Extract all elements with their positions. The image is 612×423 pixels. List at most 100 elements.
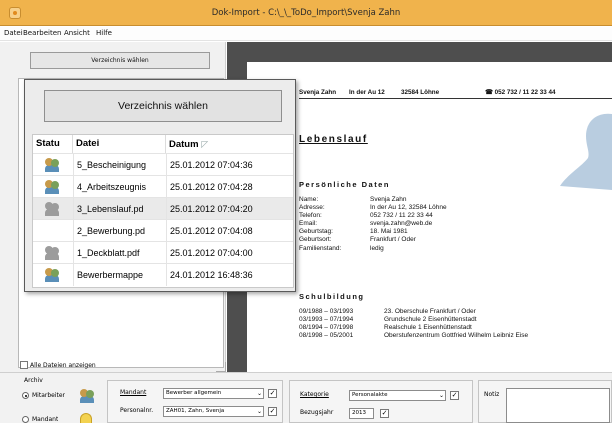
- menu-ansicht[interactable]: Ansicht: [64, 29, 90, 37]
- doc-title: Lebenslauf: [299, 134, 368, 145]
- mandant-select[interactable]: Bewerber allgemein ⌄: [163, 388, 264, 399]
- kategorie-select-value: Personalakte: [352, 392, 388, 398]
- photo-silhouette: [560, 113, 612, 190]
- column-header-date-label: Datum: [169, 139, 199, 150]
- column-header-status[interactable]: Statu: [33, 135, 73, 153]
- chevron-down-icon: ⌄: [256, 408, 262, 415]
- menu-bar: Datei Bearbeiten Ansicht Hilfe: [0, 27, 612, 41]
- doc-header-name: Svenja Zahn: [299, 89, 337, 96]
- table-row[interactable]: 5_Bescheinigung 25.01.2012 07:04:36: [33, 153, 293, 176]
- people-icon-gray: [45, 202, 61, 216]
- file-date: 25.01.2012 07:04:00: [170, 248, 253, 258]
- people-icon: [45, 268, 61, 282]
- doc-school-period: 03/1993 – 07/1994: [299, 316, 354, 324]
- kategorie-label: Kategorie: [300, 391, 329, 398]
- people-icon: [80, 389, 96, 403]
- doc-personal-heading: Persönliche Daten: [299, 180, 390, 189]
- doc-value: 052 732 / 11 22 33 44: [370, 212, 433, 220]
- mandant-select-value: Bewerber allgemein: [166, 390, 222, 396]
- table-row[interactable]: Bewerbermappe 24.01.2012 16:48:36: [33, 263, 293, 286]
- personalnr-select[interactable]: ZAH01, Zahn, Svenja ⌄: [163, 406, 264, 417]
- notiz-label: Notiz: [484, 391, 500, 398]
- doc-label: Telefon:: [299, 212, 322, 220]
- file-date: 25.01.2012 07:04:08: [170, 226, 253, 236]
- doc-label: Familienstand:: [299, 244, 342, 252]
- doc-school-heading: Schulbildung: [299, 292, 365, 301]
- archiv-label: Archiv: [24, 377, 43, 384]
- sort-indicator-icon: ◸: [201, 139, 209, 149]
- chevron-down-icon: ⌄: [438, 392, 444, 399]
- radio-mitarbeiter[interactable]: [22, 392, 29, 399]
- doc-label: Geburtsort:: [299, 236, 332, 244]
- doc-school-desc: Oberstufenzentrum Gottfried Wilhelm Leib…: [384, 332, 529, 340]
- column-header-file[interactable]: Datei: [73, 135, 166, 153]
- column-header-date[interactable]: Datum ◸: [166, 135, 293, 153]
- title-bar: Dok-Import - C:\_\_ToDo_Import\Svenja Za…: [0, 0, 612, 26]
- doc-personal-values: Svenja Zahn In der Au 12, 32584 Löhne 05…: [370, 196, 447, 253]
- table-row-selected[interactable]: 3_Lebenslauf.pd 25.01.2012 07:04:20: [33, 197, 293, 220]
- doc-header-phone: ☎ 052 732 / 11 22 33 44: [485, 89, 556, 96]
- bezugsjahr-label: Bezugsjahr: [300, 409, 334, 416]
- doc-school-desc: 23. Oberschule Frankfurt / Oder: [384, 308, 476, 315]
- people-icon: [45, 158, 61, 172]
- doc-header-rule: [299, 98, 612, 99]
- doc-school-period: 08/1998 – 05/2001: [299, 332, 354, 340]
- kategorie-checkbox[interactable]: ✓: [450, 391, 459, 400]
- choose-directory-button-large[interactable]: Verzeichnis wählen: [44, 90, 282, 122]
- doc-personal-labels: Name: Adresse: Telefon: Email: Geburtsta…: [299, 196, 341, 253]
- table-row[interactable]: 1_Deckblatt.pdf 25.01.2012 07:04:00: [33, 241, 293, 264]
- file-name: 4_Arbeitszeugnis: [77, 182, 147, 192]
- choose-directory-button[interactable]: Verzeichnis wählen: [30, 52, 210, 69]
- show-all-files-checkbox[interactable]: [20, 361, 28, 369]
- doc-label: Name:: [299, 196, 319, 203]
- people-icon-gray: [45, 246, 61, 260]
- table-row[interactable]: 2_Bewerbung.pd 25.01.2012 07:04:08: [33, 219, 293, 242]
- file-date: 24.01.2012 16:48:36: [170, 270, 253, 280]
- doc-school-descs: 23. Oberschule Frankfurt / Oder Grundsch…: [384, 308, 528, 340]
- smiley-icon: [80, 413, 92, 423]
- personalnr-label: Personalnr.: [120, 407, 154, 414]
- file-date: 25.01.2012 07:04:28: [170, 182, 253, 192]
- table-row[interactable]: 4_Arbeitszeugnis 25.01.2012 07:04:28: [33, 175, 293, 198]
- doc-header-city: 32584 Löhne: [401, 89, 440, 96]
- file-date: 25.01.2012 07:04:20: [170, 204, 253, 214]
- doc-label: Email:: [299, 220, 318, 228]
- doc-school-desc: Realschule 1 Eisenhüttenstadt: [384, 324, 472, 332]
- kategorie-select[interactable]: Personalakte ⌄: [349, 390, 446, 401]
- show-all-files-label: Alle Dateien anzeigen: [30, 361, 96, 369]
- doc-value: ledig: [370, 244, 384, 252]
- file-name: 5_Bescheinigung: [77, 160, 147, 170]
- file-name: Bewerbermappe: [77, 270, 144, 280]
- doc-value: Frankfurt / Oder: [370, 236, 416, 244]
- mandant-label: Mandant: [120, 389, 147, 396]
- radio-mandant[interactable]: [22, 416, 29, 423]
- radio-mitarbeiter-label: Mitarbeiter: [32, 392, 66, 399]
- bezugsjahr-input[interactable]: 2013: [349, 408, 374, 419]
- doc-value: Svenja Zahn: [370, 196, 407, 203]
- personalnr-select-value: ZAH01, Zahn, Svenja: [166, 408, 225, 414]
- doc-school-period: 08/1994 – 07/1998: [299, 324, 354, 332]
- file-date: 25.01.2012 07:04:36: [170, 160, 253, 170]
- doc-label: Adresse:: [299, 204, 325, 212]
- doc-label: Geburtstag:: [299, 228, 333, 236]
- menu-bearbeiten[interactable]: Bearbeiten: [23, 29, 61, 37]
- show-all-files-row[interactable]: Alle Dateien anzeigen: [20, 361, 96, 371]
- chevron-down-icon: ⌄: [256, 390, 262, 397]
- file-name: 2_Bewerbung.pd: [77, 226, 146, 236]
- bezugsjahr-checkbox[interactable]: ✓: [380, 409, 389, 418]
- mandant-checkbox[interactable]: ✓: [268, 389, 277, 398]
- doc-header-street: In der Au 12: [349, 89, 385, 96]
- menu-hilfe[interactable]: Hilfe: [96, 29, 112, 37]
- doc-school-periods: 09/1988 – 03/1993 03/1993 – 07/1994 08/1…: [299, 308, 353, 340]
- people-icon: [45, 180, 61, 194]
- doc-value: In der Au 12, 32584 Löhne: [370, 204, 447, 212]
- menu-datei[interactable]: Datei: [4, 29, 23, 37]
- doc-value: 18. Mai 1981: [370, 228, 408, 236]
- doc-school-desc: Grundschule 2 Eisenhüttenstadt: [384, 316, 477, 324]
- resize-grip[interactable]: [216, 362, 226, 372]
- doc-school-period: 09/1988 – 03/1993: [299, 308, 354, 315]
- file-name: 3_Lebenslauf.pd: [77, 204, 144, 214]
- personalnr-checkbox[interactable]: ✓: [268, 407, 277, 416]
- notiz-textarea[interactable]: [506, 388, 610, 423]
- window-title: Dok-Import - C:\_\_ToDo_Import\Svenja Za…: [211, 8, 401, 18]
